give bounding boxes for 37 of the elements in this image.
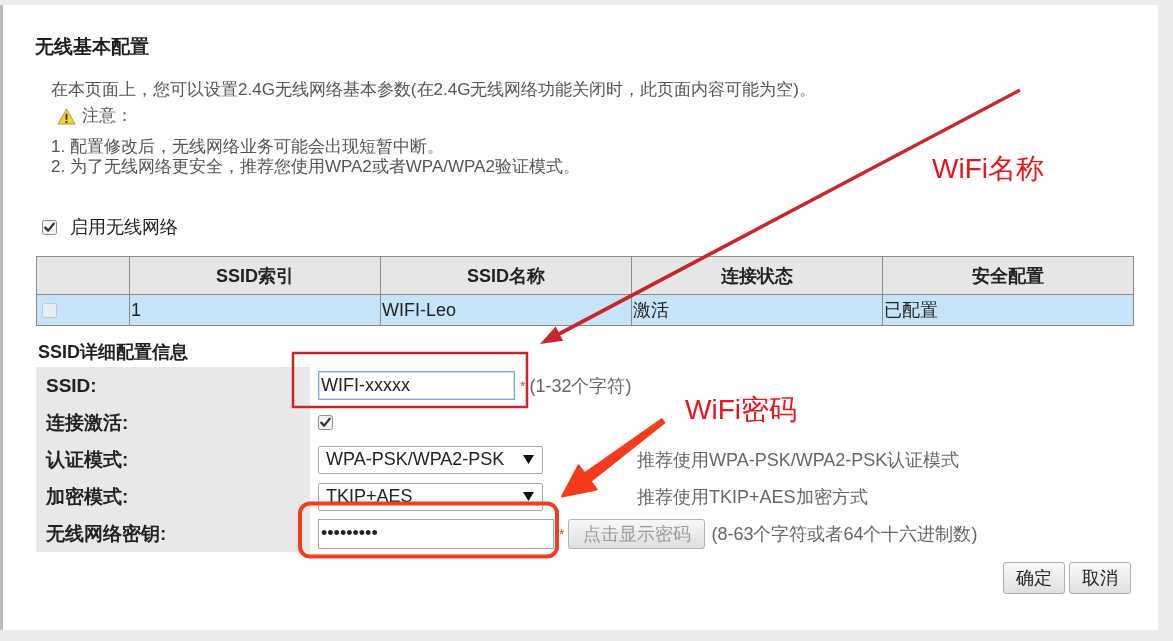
field-label: 加密模式: xyxy=(36,478,310,515)
field-label: SSID: xyxy=(36,367,310,404)
field-label: 连接激活: xyxy=(36,404,310,441)
checkbox[interactable] xyxy=(42,219,57,235)
table-cell: 激活 xyxy=(631,294,883,326)
column-header: SSID索引 xyxy=(129,256,381,295)
text-field[interactable]: WIFI-xxxxx xyxy=(318,371,515,400)
notice-item: 1. 配置修改后，无线网络业务可能会出现短暂中断。 xyxy=(51,137,444,157)
callout-label: WiFi密码 xyxy=(685,393,797,427)
callout-label: WiFi名称 xyxy=(932,152,1044,186)
column-header: SSID名称 xyxy=(380,256,632,295)
action-button[interactable]: 确定 xyxy=(1003,562,1065,594)
column-header: 连接状态 xyxy=(631,256,883,295)
checkbox-label: 启用无线网络 xyxy=(70,217,178,237)
caret-icon xyxy=(523,492,534,501)
warning-icon xyxy=(57,107,76,125)
caret-icon xyxy=(523,455,534,464)
action-button[interactable]: 取消 xyxy=(1069,562,1131,594)
hint-text: (1-32个字符) xyxy=(529,374,632,398)
notice-heading: 注意： xyxy=(82,106,133,126)
field-label: 认证模式: xyxy=(36,441,310,478)
table-cell: 1 xyxy=(129,294,381,326)
required-mark: * xyxy=(559,525,565,542)
table-cell: 已配置 xyxy=(882,294,1134,326)
dropdown[interactable]: WPA-PSK/WPA2-PSK xyxy=(318,445,543,474)
password-field[interactable]: ••••••••• xyxy=(318,518,554,549)
notice-item: 2. 为了无线网络更安全，推荐您使用WPA2或者WPA/WPA2验证模式。 xyxy=(51,157,580,177)
intro-text: 在本页面上，您可以设置2.4G无线网络基本参数(在2.4G无线网络功能关闭时，此页面内容可能为空)。 xyxy=(51,80,817,100)
field-label: 无线网络密钥: xyxy=(36,515,310,552)
hint-text: 推荐使用TKIP+AES加密方式 xyxy=(637,485,868,509)
hint-text: (8-63个字符或者64个十六进制数) xyxy=(711,522,978,546)
checkbox[interactable] xyxy=(318,415,333,430)
hint-text: 推荐使用WPA-PSK/WPA2-PSK认证模式 xyxy=(637,448,960,472)
page-title: 无线基本配置 xyxy=(35,36,149,58)
column-header: 安全配置 xyxy=(882,256,1134,295)
section-heading: SSID详细配置信息 xyxy=(38,341,188,363)
required-mark: * xyxy=(520,377,526,394)
